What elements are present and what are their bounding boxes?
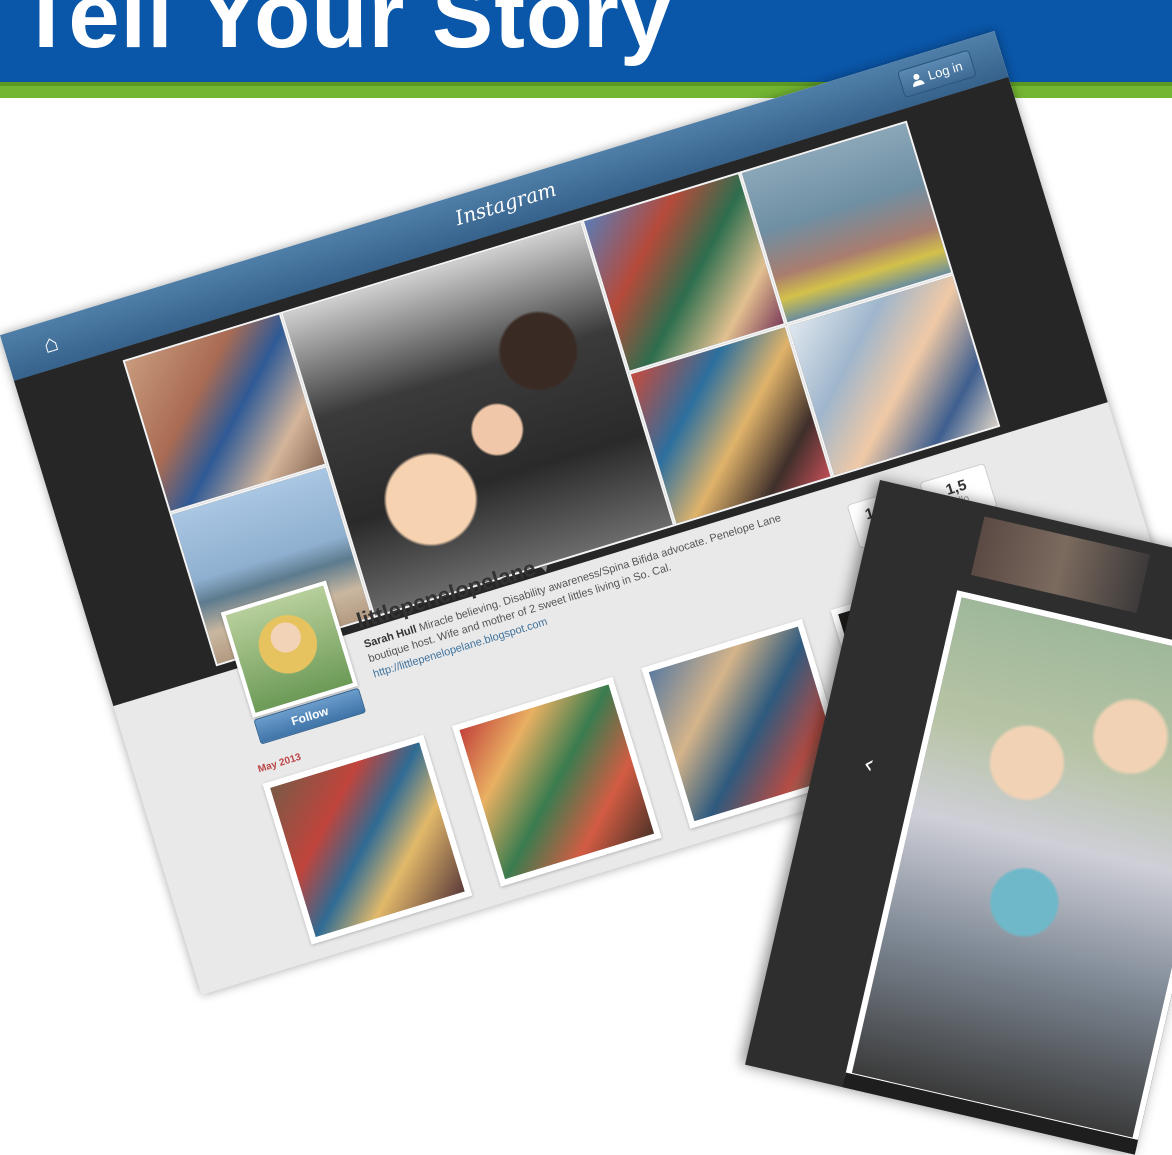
login-label: Log in (926, 58, 965, 84)
chevron-left-icon[interactable]: ‹ (860, 749, 877, 781)
feed-date-label: May 2013 (256, 751, 303, 776)
slide-title: Tell Your Story (18, 0, 673, 67)
feed-photo[interactable] (262, 734, 473, 945)
home-icon[interactable]: ⌂ (33, 327, 68, 362)
user-icon (909, 72, 924, 87)
feed-photo[interactable] (451, 676, 662, 887)
viewer-photo[interactable] (844, 590, 1172, 1145)
